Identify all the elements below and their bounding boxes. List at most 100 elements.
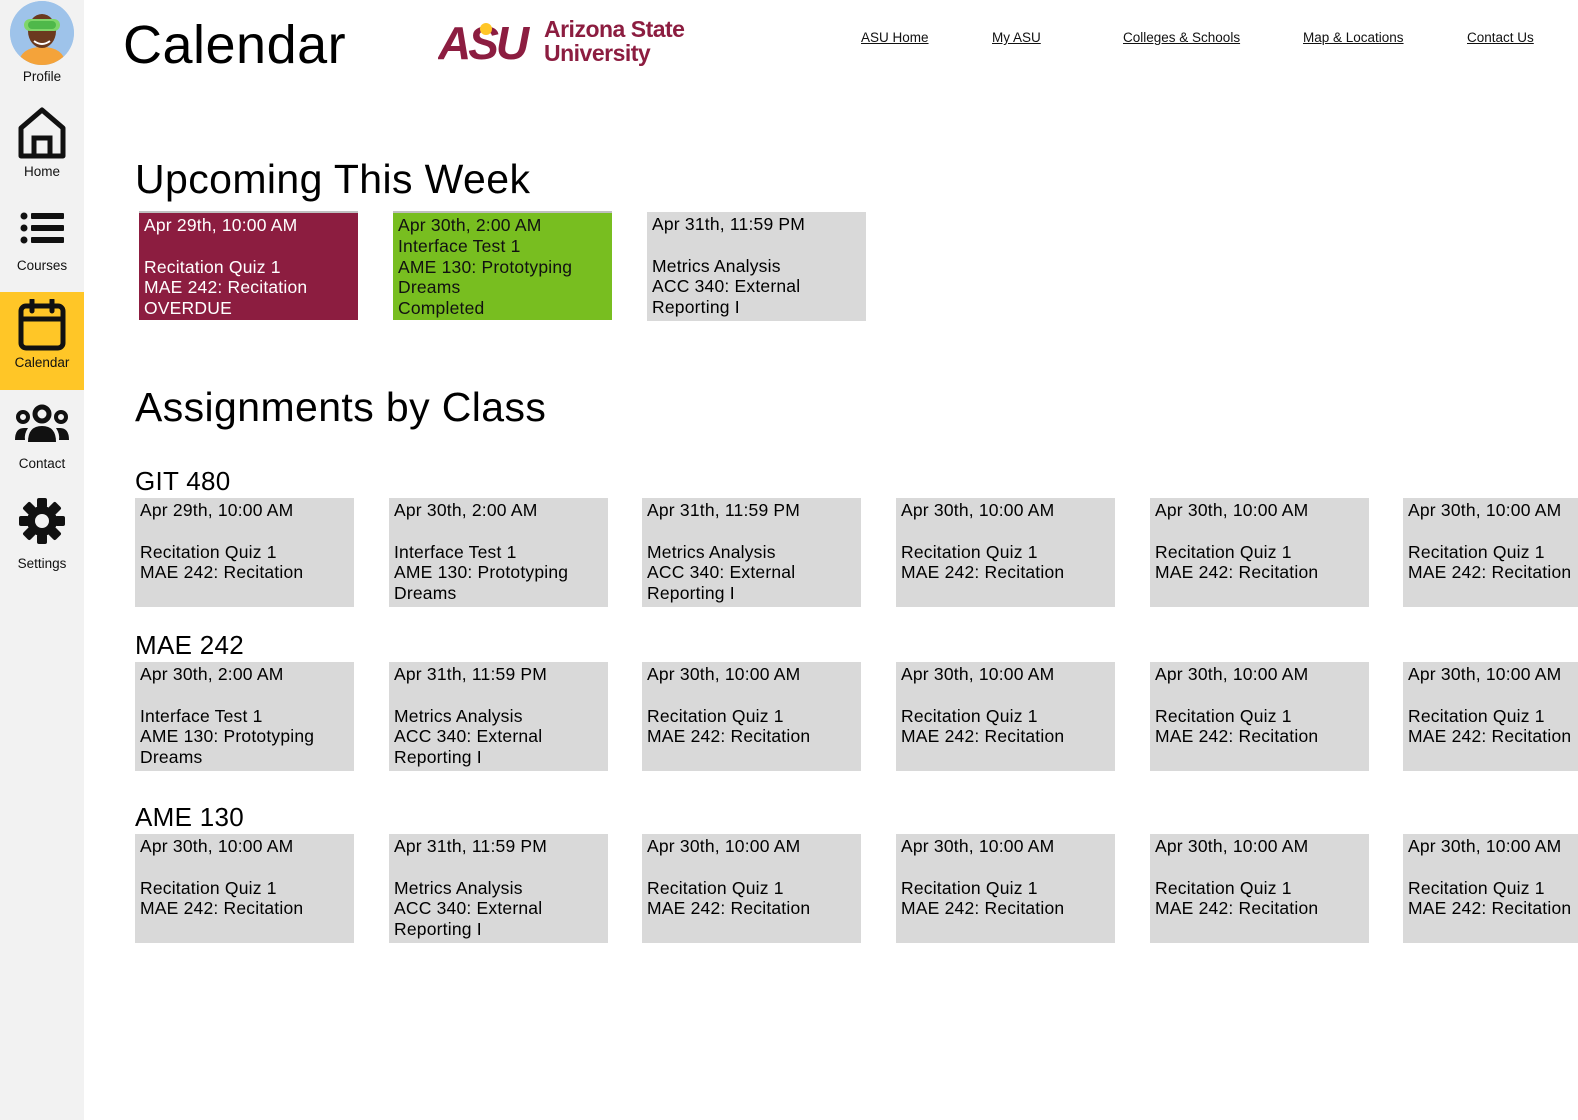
card-course: ACC 340: External [652,276,801,297]
assignment-card[interactable]: Apr 30th, 10:00 AM Recitation Quiz 1 MAE 2… [642,662,861,771]
upcoming-card-pending[interactable]: Apr 31th, 11:59 PM Metrics Analysis ACC … [647,212,866,321]
card-spacer [901,857,1115,878]
card-course: MAE 242: Recitation [901,726,1065,747]
assignment-card[interactable]: Apr 30th, 10:00 AM Recitation Quiz 1 MAE 2… [1150,662,1369,771]
card-title: Recitation Quiz 1 [1408,541,1545,562]
gear-icon [19,498,65,544]
card-course: Reporting I [647,583,735,604]
card-date: Apr 31th, 11:59 PM [647,500,801,520]
assignment-card[interactable]: Apr 30th, 10:00 AM Recitation Quiz 1 MAE 2… [1403,498,1578,607]
card-title: Metrics Analysis [394,705,523,726]
sidebar-item-contact[interactable]: Contact [0,404,84,478]
card-course: AME 130: Prototyping [394,562,569,583]
sidebar-item-label: Calendar [14,355,70,370]
sidebar-item-courses[interactable]: Courses [0,212,84,286]
card-course: MAE 242: Recitation [901,898,1065,919]
nav-contact-us[interactable]: Contact Us [1467,30,1534,45]
card-title: Recitation Quiz 1 [647,877,784,898]
card-spacer [1408,857,1578,878]
card-course: MAE 242: Recitation [1408,562,1572,583]
assignment-card[interactable]: Apr 30th, 10:00 AM Recitation Quiz 1 MAE 2… [896,498,1115,607]
card-spacer [1155,521,1369,542]
card-title: Recitation Quiz 1 [901,705,1038,726]
card-title: Recitation Quiz 1 [1155,877,1292,898]
card-course: Dreams [140,747,203,768]
upcoming-card-completed[interactable]: Apr 30th, 2:00 AM Interface Test 1 AME 1… [393,211,612,320]
card-date: Apr 31th, 11:59 PM [652,214,806,234]
upcoming-card-overdue[interactable]: Apr 29th, 10:00 AM Recitation Quiz 1 MAE… [139,211,358,320]
nav-asu-home[interactable]: ASU Home [861,30,929,45]
card-date: Apr 29th, 10:00 AM [140,500,294,520]
card-title: Interface Test 1 [394,541,517,562]
sidebar-item-settings[interactable]: Settings [0,498,84,574]
sidebar-item-profile[interactable]: Profile [0,0,84,92]
assignment-card[interactable]: Apr 30th, 10:00 AM Recitation Quiz 1 MAE 2… [135,834,354,943]
sidebar-item-calendar[interactable]: Calendar [0,292,84,390]
card-title: Metrics Analysis [647,541,776,562]
card-course: MAE 242: Recitation [647,898,811,919]
assignment-card[interactable]: Apr 30th, 10:00 AM Recitation Quiz 1 MAE 2… [896,662,1115,771]
assignment-card[interactable]: Apr 31th, 11:59 PM Metrics Analysis ACC 34… [389,834,608,943]
card-course: Dreams [394,583,457,604]
sidebar-item-label: Home [23,164,60,179]
assignment-card[interactable]: Apr 30th, 2:00 AM Interface Test 1 AME 130… [389,498,608,607]
card-course: MAE 242: Recitation [140,562,304,583]
avatar[interactable] [10,1,74,65]
nav-map-locations[interactable]: Map & Locations [1303,30,1404,45]
list-icon [20,212,64,244]
assignment-card[interactable]: Apr 30th, 10:00 AM Recitation Quiz 1 MAE 2… [1150,498,1369,607]
card-spacer [647,685,861,706]
class-heading: MAE 242 [135,630,245,660]
assignment-card[interactable]: Apr 31th, 11:59 PM Metrics Analysis ACC 34… [389,662,608,771]
card-title: Recitation Quiz 1 [1155,541,1292,562]
assignment-card[interactable]: Apr 31th, 11:59 PM Metrics Analysis ACC 34… [642,498,861,607]
card-date: Apr 30th, 10:00 AM [901,836,1055,856]
card-spacer [140,521,354,542]
card-date: Apr 30th, 10:00 AM [1155,500,1309,520]
calendar-icon [18,299,66,351]
card-course: MAE 242: Recitation [1155,562,1319,583]
sidebar-item-label: Contact [18,456,66,471]
nav-my-asu[interactable]: My ASU [992,30,1041,45]
card-title: Recitation Quiz 1 [144,256,281,277]
assignment-card[interactable]: Apr 30th, 10:00 AM Recitation Quiz 1 MAE 2… [1403,662,1578,771]
card-course: ACC 340: External [394,898,543,919]
card-date: Apr 31th, 11:59 PM [394,836,548,856]
sidebar-item-home[interactable]: Home [0,106,84,190]
card-title: Recitation Quiz 1 [1408,705,1545,726]
nav-colleges-schools[interactable]: Colleges & Schools [1123,30,1240,45]
card-title: Recitation Quiz 1 [901,541,1038,562]
assignment-card[interactable]: Apr 30th, 10:00 AM Recitation Quiz 1 MAE 2… [1150,834,1369,943]
card-date: Apr 30th, 10:00 AM [901,664,1055,684]
card-title: Recitation Quiz 1 [140,541,277,562]
class-heading: GIT 480 [135,466,231,496]
card-course: Reporting I [394,747,482,768]
card-spacer [647,521,861,542]
card-title: Interface Test 1 [398,235,521,256]
card-date: Apr 30th, 10:00 AM [1155,664,1309,684]
card-date: Apr 30th, 2:00 AM [394,500,538,520]
sidebar: Profile Home Courses Calendar Contact Se… [0,0,84,1120]
card-course: AME 130: Prototyping [140,726,315,747]
card-title: Metrics Analysis [394,877,523,898]
card-course: MAE 242: Recitation [140,898,304,919]
card-date: Apr 30th, 10:00 AM [901,500,1055,520]
card-spacer [394,521,608,542]
card-title: Recitation Quiz 1 [647,705,784,726]
card-spacer [394,685,608,706]
sidebar-item-label: Profile [22,69,62,84]
card-title: Metrics Analysis [652,255,781,276]
assignment-card[interactable]: Apr 30th, 2:00 AM Interface Test 1 AME 130… [135,662,354,771]
assignment-card[interactable]: Apr 29th, 10:00 AM Recitation Quiz 1 MAE 2… [135,498,354,607]
card-title: Recitation Quiz 1 [901,877,1038,898]
assignment-card[interactable]: Apr 30th, 10:00 AM Recitation Quiz 1 MAE 2… [896,834,1115,943]
card-spacer [647,857,861,878]
page-title: Calendar [123,15,347,75]
card-course: MAE 242: Recitation [1408,898,1572,919]
card-course-cont: Dreams [398,277,461,298]
assignment-card[interactable]: Apr 30th, 10:00 AM Recitation Quiz 1 MAE 2… [642,834,861,943]
asu-logo[interactable]: ASU Arizona State University [437,15,700,69]
card-title: Interface Test 1 [140,705,263,726]
logo-line1: Arizona State [544,16,684,42]
assignment-card[interactable]: Apr 30th, 10:00 AM Recitation Quiz 1 MAE 2… [1403,834,1578,943]
